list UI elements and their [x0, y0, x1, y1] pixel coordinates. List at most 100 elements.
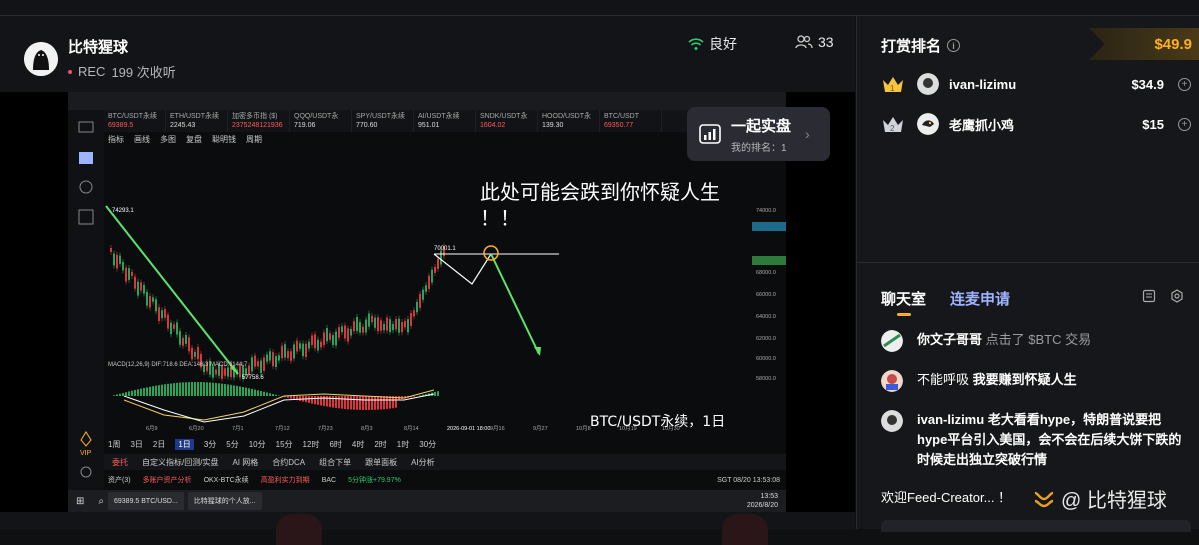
tab-orders[interactable]: 委托 [112, 457, 128, 468]
tf-item[interactable]: 2日 [153, 439, 165, 450]
ticker[interactable]: ETH/USDT永续2245.43 [166, 110, 228, 132]
reaction-button[interactable] [722, 514, 768, 545]
macd-bar [272, 394, 274, 396]
rank-amount: $34.9 [1131, 77, 1164, 92]
ticker[interactable]: BTC/USDT永续69389.5 [104, 110, 166, 132]
chat-user[interactable]: 不能呼吸 [917, 372, 969, 387]
windows-icon[interactable]: ⊞ [76, 496, 84, 507]
search-icon[interactable]: ⌕ [98, 496, 104, 507]
y-tick-label: 62000.0 [756, 336, 776, 342]
tf-item[interactable]: 12时 [303, 439, 320, 450]
side-panel: 打赏排名 i $49.9 1 ivan-lizimu $34.9 + 2 老鹰抓… [856, 16, 1199, 529]
info-icon[interactable]: i [947, 39, 960, 52]
notes-icon[interactable] [1142, 289, 1156, 303]
follow-plus-icon[interactable]: + [1178, 118, 1191, 131]
macd-bar [338, 396, 340, 408]
macd-bar [413, 396, 415, 397]
tab-copy-trade[interactable]: 跟单面板 [365, 457, 397, 468]
tf-item[interactable]: 3日 [130, 439, 142, 450]
macd-bar [146, 387, 148, 396]
chevron-right-icon: › [805, 126, 810, 142]
follow-plus-icon[interactable]: + [1178, 78, 1191, 91]
tab-ai-analysis[interactable]: AI分析 [411, 457, 435, 468]
tf-item[interactable]: 10分 [249, 439, 266, 450]
shared-trading-screen: VIP BTC/USDT永续69389.5 ETH/USDT永续2245.43 … [68, 92, 786, 512]
macd-bar [230, 385, 232, 396]
replay-button[interactable]: 复盘 [186, 134, 202, 145]
y-tick-label: 66000.0 [756, 292, 776, 298]
host-avatar[interactable] [24, 42, 58, 76]
y-tick-label: 68000.0 [756, 270, 776, 276]
chat-input[interactable] [881, 520, 1191, 532]
tf-item[interactable]: 5分 [226, 439, 238, 450]
chat-avatar[interactable] [881, 370, 903, 392]
tab-ai-grid[interactable]: AI 网格 [232, 457, 258, 468]
tab-mic-request[interactable]: 连麦申请 [950, 288, 1010, 309]
macd-bar [206, 382, 208, 396]
watermark: @ 比特猩球 [1033, 484, 1167, 513]
tab-custom-indicator[interactable]: 自定义指标/回测/实盘 [142, 457, 218, 468]
macd-bar [149, 387, 151, 396]
chat-content: 我要赚到怀疑人生 [973, 372, 1077, 387]
tf-item[interactable]: 2时 [374, 439, 386, 450]
macd-bar [188, 382, 190, 396]
ticker[interactable]: BTC/USDT69350.77 [600, 110, 662, 132]
taskbar-app-browser[interactable]: 比特猩球的个人放... [188, 492, 262, 510]
tab-combo-order[interactable]: 组合下单 [319, 457, 351, 468]
x-tick-label: 2026-09-01 18:00 [447, 426, 490, 432]
tab-dca[interactable]: 合约DCA [272, 457, 305, 468]
macd-bar [377, 396, 379, 410]
bottom-tabs: 委托 自定义指标/回测/实盘 AI 网格 合约DCA 组合下单 跟单面板 AI分… [104, 454, 786, 470]
ticker[interactable]: 加密多币指 ($)2375248121936 [228, 110, 290, 132]
macd-bar [137, 389, 139, 396]
host-stats: REC 199 次收听 [68, 62, 176, 81]
period-button[interactable]: 周期 [246, 134, 262, 145]
chat-tools [1142, 289, 1184, 303]
taskbar-app-trading[interactable]: 69389.5 BTC/USD... [108, 492, 184, 510]
tf-item-active[interactable]: 1日 [175, 439, 193, 450]
multi-chart-button[interactable]: 多图 [160, 134, 176, 145]
macd-bar [161, 385, 163, 396]
ticker[interactable]: HOOD/USDT永139.30 [538, 110, 600, 132]
chart-subbar: 指标 画线 多图 复盘 聪明钱 周期 [104, 132, 786, 146]
y-tick-label: 74000.0 [756, 208, 776, 214]
live-trade-card[interactable]: 一起实盘 我的排名：1 › [687, 107, 830, 161]
tf-item[interactable]: 6时 [329, 439, 341, 450]
tf-item[interactable]: 15分 [276, 439, 293, 450]
ticker[interactable]: SPY/USDT永续770.60 [352, 110, 414, 132]
x-tick-label: 7月1 [232, 425, 244, 432]
tf-item[interactable]: 4时 [352, 439, 364, 450]
live-card-title: 一起实盘 [731, 115, 791, 136]
audience-count[interactable]: 33 [795, 34, 834, 50]
reaction-button[interactable] [276, 514, 322, 545]
tf-item[interactable]: 1时 [397, 439, 409, 450]
smart-money-button[interactable]: 聪明钱 [212, 134, 236, 145]
chat-user[interactable]: 你文子哥哥 [917, 332, 982, 347]
draw-button[interactable]: 画线 [134, 134, 150, 145]
ticker[interactable]: AI/USDT永续951.01 [414, 110, 476, 132]
tf-item[interactable]: 1周 [108, 439, 120, 450]
tf-item[interactable]: 3分 [204, 439, 216, 450]
audience-number: 33 [818, 34, 834, 50]
chat-avatar[interactable] [881, 330, 903, 352]
macd-bar [167, 384, 169, 396]
panel-divider [857, 262, 1199, 263]
rank-name: ivan-lizimu [949, 77, 1016, 92]
macd-bar [347, 396, 349, 409]
chat-avatar[interactable] [881, 410, 903, 432]
macd-bar [371, 396, 373, 410]
macd-bar [290, 396, 292, 399]
tab-chat-room[interactable]: 聊天室 [881, 288, 926, 309]
ticker[interactable]: QQQ/USDT永719.06 [290, 110, 352, 132]
tf-item[interactable]: 30分 [419, 439, 436, 450]
macd-bar [224, 384, 226, 396]
rank-row[interactable]: 2 老鹰抓小鸡 $15 + [881, 113, 1191, 135]
crown-silver-icon: 2 [881, 114, 905, 134]
settings-icon[interactable] [1170, 289, 1184, 303]
ticker[interactable]: SNDK/USDT永1604.02 [476, 110, 538, 132]
indicator-button[interactable]: 指标 [108, 134, 124, 145]
rank-row[interactable]: 1 ivan-lizimu $34.9 + [881, 73, 1191, 95]
macd-bar [173, 383, 175, 396]
chat-user[interactable]: ivan-lizimu [917, 412, 984, 427]
macd-bar [113, 395, 115, 396]
